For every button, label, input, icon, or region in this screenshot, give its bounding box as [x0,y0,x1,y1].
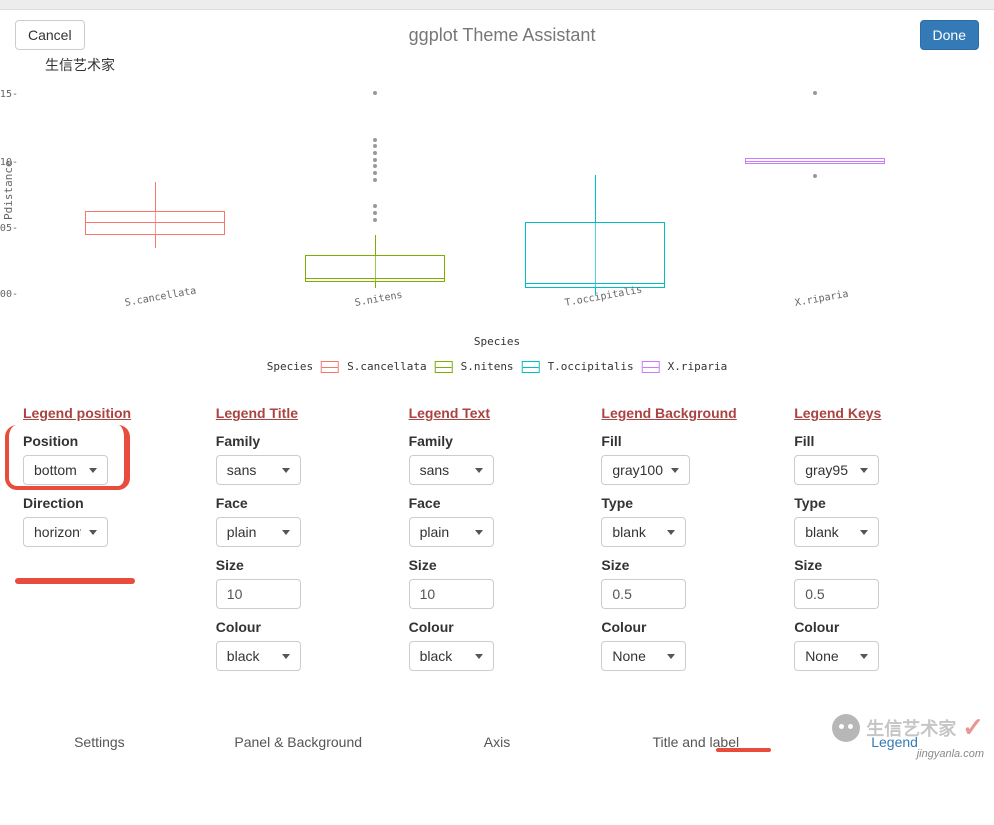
annotation-underline [15,578,135,584]
lx-face-select[interactable]: plain [409,517,494,547]
lb-fill-select[interactable]: gray100 [601,455,690,485]
lk-colour-select[interactable]: None [794,641,879,671]
watermark: 生信艺术家 ✓ [832,712,984,743]
page-title: ggplot Theme Assistant [85,25,920,46]
wechat-icon [832,714,860,742]
done-button[interactable]: Done [920,20,979,50]
lt-colour-select[interactable]: black [216,641,301,671]
label-direction: Direction [23,495,200,511]
direction-select[interactable]: horizontal [23,517,108,547]
position-select[interactable]: bottom [23,455,108,485]
caret-icon [860,468,868,473]
lt-family-select[interactable]: sans [216,455,301,485]
tab-settings[interactable]: Settings [0,726,199,758]
lb-size-input[interactable] [601,579,686,609]
tab-axis[interactable]: Axis [398,726,597,758]
section-legend-position: Legend position [23,405,200,421]
caret-icon [667,654,675,659]
caret-icon [282,530,290,535]
lk-fill-select[interactable]: gray95 [794,455,879,485]
label-position: Position [23,433,200,449]
bottom-tabs: Settings Panel & Background Axis Title a… [0,716,994,768]
lx-colour-select[interactable]: black [409,641,494,671]
caret-icon [475,530,483,535]
caret-icon [860,530,868,535]
caret-icon [475,654,483,659]
lb-type-select[interactable]: blank [601,517,686,547]
section-legend-text: Legend Text [409,405,586,421]
check-icon: ✓ [962,712,984,743]
lk-type-select[interactable]: blank [794,517,879,547]
lt-size-input[interactable] [216,579,301,609]
caret-icon [671,468,679,473]
y-axis-label: Pdistance [2,160,15,220]
watermark-url: jingyanla.com [917,748,984,760]
boxplot-chart: Pdistance 0.00- 0.05- 0.10- 0.15- [0,80,994,380]
chart-legend: Species S.cancellata S.nitens T.occipita… [267,360,728,373]
tab-panel-background[interactable]: Panel & Background [199,726,398,758]
cancel-button[interactable]: Cancel [15,20,85,50]
x-axis-label: Species [474,335,520,348]
caret-icon [667,530,675,535]
caret-icon [860,654,868,659]
lt-face-select[interactable]: plain [216,517,301,547]
caret-icon [475,468,483,473]
lb-colour-select[interactable]: None [601,641,686,671]
section-legend-title: Legend Title [216,405,393,421]
tab-title-label[interactable]: Title and label [596,726,795,758]
lx-family-select[interactable]: sans [409,455,494,485]
section-legend-keys: Legend Keys [794,405,971,421]
plot-title: 生信艺术家 [30,55,994,75]
caret-icon [282,654,290,659]
lx-size-input[interactable] [409,579,494,609]
header: Cancel ggplot Theme Assistant Done [0,10,994,60]
section-legend-background: Legend Background [601,405,778,421]
caret-icon [89,468,97,473]
lk-size-input[interactable] [794,579,879,609]
caret-icon [282,468,290,473]
caret-icon [89,530,97,535]
controls-panel: Legend position Position bottom Directio… [0,390,994,686]
